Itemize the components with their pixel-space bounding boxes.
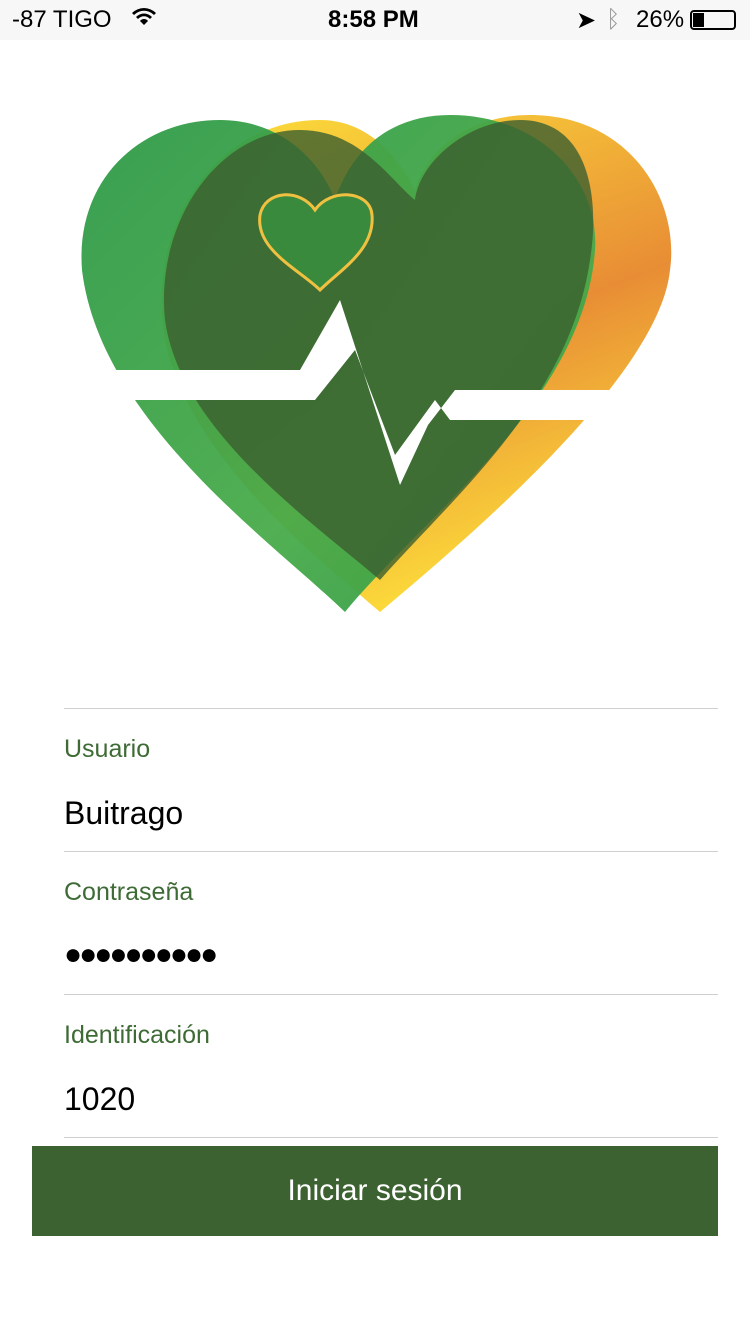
clock: 8:58 PM	[328, 6, 419, 33]
password-field[interactable]: Contraseña ●●●●●●●●●●	[64, 851, 718, 994]
identification-input[interactable]: 1020	[64, 1081, 135, 1118]
battery-percent: 26%	[636, 6, 685, 33]
location-icon: ➤	[576, 7, 597, 34]
username-input[interactable]: Buitrago	[64, 795, 183, 832]
username-field[interactable]: Usuario Buitrago	[64, 708, 718, 851]
bluetooth-icon: ᛒ	[606, 6, 621, 33]
status-bar: -87 TIGO 8:58 PM ➤ ᛒ 26%	[0, 0, 750, 40]
login-button[interactable]: Iniciar sesión	[32, 1146, 718, 1236]
identification-field[interactable]: Identificación 1020	[64, 994, 718, 1137]
battery-icon	[690, 10, 736, 30]
password-input[interactable]: ●●●●●●●●●●	[64, 938, 218, 972]
divider	[64, 1137, 718, 1138]
password-label: Contraseña	[64, 878, 194, 906]
carrier-signal: -87 TIGO	[12, 6, 112, 33]
heart-logo	[81, 115, 672, 612]
wifi-icon	[130, 4, 158, 35]
identification-label: Identificación	[64, 1021, 210, 1049]
username-label: Usuario	[64, 735, 151, 763]
